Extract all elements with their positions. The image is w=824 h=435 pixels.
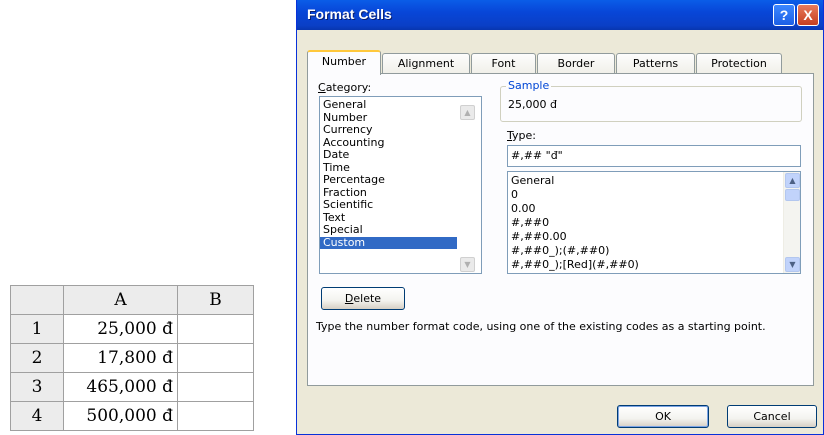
column-header-a[interactable]: A — [63, 285, 178, 315]
scroll-up-arrow-icon[interactable]: ▲ — [460, 105, 475, 120]
row-header[interactable]: 2 — [10, 343, 64, 373]
type-input[interactable]: #,## "đ" — [507, 145, 801, 167]
format-code-item[interactable]: #,##0 — [508, 216, 780, 230]
category-listbox[interactable]: General Number Currency Accounting Date … — [319, 96, 482, 274]
scroll-up-arrow-icon[interactable]: ▲ — [785, 173, 800, 188]
row-header[interactable]: 1 — [10, 314, 64, 344]
category-item-selected[interactable]: Custom — [320, 236, 457, 249]
tab-protection[interactable]: Protection — [696, 53, 782, 74]
format-code-item[interactable]: 0.00 — [508, 202, 780, 216]
ok-button[interactable]: OK — [617, 405, 709, 428]
cell-a2[interactable]: 17,800 đ — [63, 343, 178, 373]
tab-border[interactable]: Border — [537, 53, 615, 74]
help-button[interactable]: ? — [773, 4, 795, 26]
dialog-title: Format Cells — [307, 6, 392, 22]
tab-number[interactable]: Number — [307, 50, 381, 75]
format-description: Type the number format code, using one o… — [316, 320, 766, 333]
cell-b3[interactable] — [177, 372, 254, 402]
scroll-down-arrow-icon[interactable]: ▼ — [785, 257, 800, 272]
number-tab-panel: Category: General Number Currency Accoun… — [307, 73, 814, 386]
sample-groupbox: Sample 25,000 đ — [500, 79, 802, 122]
tab-patterns[interactable]: Patterns — [616, 53, 695, 74]
category-scrollbar[interactable]: ▲ ▼ — [457, 97, 481, 273]
format-code-item[interactable]: #,##0_);[Red](#,##0) — [508, 258, 780, 272]
row-header[interactable]: 4 — [10, 401, 64, 431]
column-header-b[interactable]: B — [177, 285, 254, 315]
delete-button[interactable]: Delete — [321, 287, 405, 310]
cell-a1[interactable]: 25,000 đ — [63, 314, 178, 344]
close-button[interactable]: X — [797, 4, 819, 26]
sample-value: 25,000 đ — [508, 98, 557, 111]
row-header[interactable]: 3 — [10, 372, 64, 402]
scroll-down-arrow-icon[interactable]: ▼ — [460, 257, 475, 272]
format-code-item[interactable]: #,##0.00 — [508, 230, 780, 244]
format-code-listbox[interactable]: General 0 0.00 #,##0 #,##0.00 #,##0_);(#… — [507, 171, 801, 274]
scroll-thumb[interactable] — [785, 189, 800, 201]
sample-legend: Sample — [506, 79, 552, 92]
spreadsheet-grid: A B 1 25,000 đ 2 17,800 đ 3 465,000 đ 4 … — [10, 285, 254, 431]
cell-a4[interactable]: 500,000 đ — [63, 401, 178, 431]
format-code-scrollbar[interactable]: ▲ ▼ — [783, 172, 800, 273]
dialog-title-bar[interactable]: Format Cells ? X — [297, 0, 823, 30]
cell-a3[interactable]: 465,000 đ — [63, 372, 178, 402]
cell-b4[interactable] — [177, 401, 254, 431]
select-all-corner[interactable] — [10, 285, 64, 315]
cancel-button[interactable]: Cancel — [727, 405, 817, 428]
tab-font[interactable]: Font — [471, 53, 536, 74]
format-code-item[interactable]: 0 — [508, 188, 780, 202]
format-cells-dialog: Format Cells ? X Number Alignment Font B… — [296, 0, 824, 435]
format-code-item[interactable]: #,##0_);(#,##0) — [508, 244, 780, 258]
cell-b2[interactable] — [177, 343, 254, 373]
tab-alignment[interactable]: Alignment — [382, 53, 470, 74]
cell-b1[interactable] — [177, 314, 254, 344]
category-label: Category: — [318, 81, 372, 94]
type-label: Type: — [507, 129, 536, 142]
format-code-item[interactable]: General — [508, 174, 780, 188]
